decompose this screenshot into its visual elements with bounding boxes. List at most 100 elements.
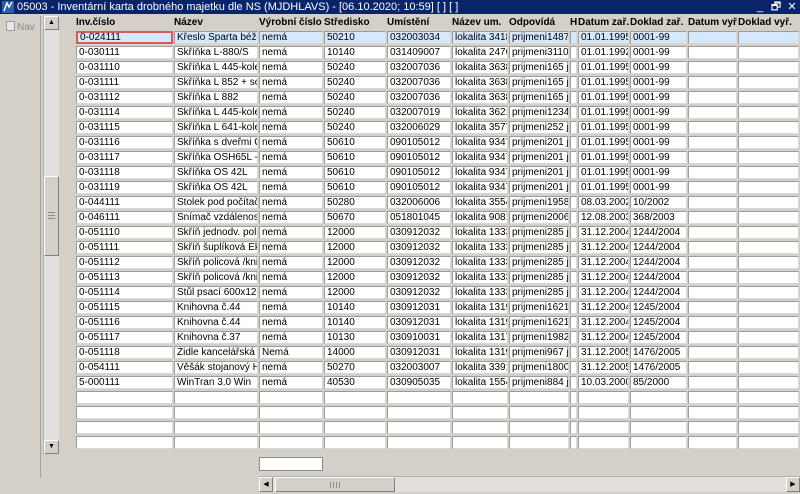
grid-cell-odpovida[interactable]: prijmeni1234 jm <box>509 106 569 119</box>
grid-cell-umisteni[interactable]: 030910031 <box>387 331 451 344</box>
grid-cell-datum-vyr[interactable] <box>688 286 737 299</box>
grid-cell-doklad-zar[interactable]: 1245/2004 <box>630 331 687 344</box>
grid-cell-odpovida[interactable]: prijmeni1487 jm <box>509 31 569 44</box>
grid-cell-umisteni[interactable]: 090105012 <box>387 181 451 194</box>
grid-cell-doklad-zar[interactable]: 1244/2004 <box>630 286 687 299</box>
grid-cell-odpovida[interactable]: prijmeni1800 jm <box>509 361 569 374</box>
grid-cell-stredisko[interactable]: 12000 <box>324 226 386 239</box>
grid-cell-doklad-vyr[interactable] <box>738 346 799 359</box>
grid-cell-odpovida[interactable]: prijmeni201 jme <box>509 151 569 164</box>
grid-cell-vyrobni-cislo[interactable]: nemá <box>259 361 323 374</box>
grid-cell-h[interactable] <box>570 346 577 359</box>
grid-cell-h[interactable] <box>570 301 577 314</box>
grid-cell-datum-vyr[interactable] <box>688 241 737 254</box>
grid-cell-nazev-um[interactable]: lokalita 3621 <box>452 106 508 119</box>
grid-cell-h[interactable] <box>570 76 577 89</box>
grid-cell-doklad-zar[interactable]: 0001-99 <box>630 76 687 89</box>
grid-cell-umisteni[interactable]: 032007036 <box>387 91 451 104</box>
grid-cell-odpovida[interactable]: prijmeni285 jme <box>509 286 569 299</box>
grid-cell-doklad-vyr[interactable] <box>738 286 799 299</box>
grid-cell-h[interactable] <box>570 91 577 104</box>
grid-cell-stredisko[interactable]: 50240 <box>324 61 386 74</box>
grid-cell-odpovida[interactable]: prijmeni201 jme <box>509 166 569 179</box>
grid-cell-datum-vyr[interactable] <box>688 301 737 314</box>
empty-cell-doklad-vyr[interactable] <box>738 406 799 419</box>
empty-cell-odpovida[interactable] <box>509 436 569 449</box>
grid-cell-umisteni[interactable]: 030912032 <box>387 241 451 254</box>
grid-cell-umisteni[interactable]: 032006006 <box>387 196 451 209</box>
empty-cell-nazev[interactable] <box>174 421 258 434</box>
grid-cell-stredisko[interactable]: 50270 <box>324 361 386 374</box>
grid-cell-doklad-zar[interactable]: 0001-99 <box>630 31 687 44</box>
empty-cell-datum-vyr[interactable] <box>688 406 737 419</box>
grid-cell-inv-cislo[interactable]: 0-046111 <box>76 211 173 224</box>
grid-cell-datum-vyr[interactable] <box>688 211 737 224</box>
grid-cell-umisteni[interactable]: 090105012 <box>387 136 451 149</box>
scroll-up-button[interactable]: ▲ <box>44 16 59 30</box>
scroll-down-button[interactable]: ▼ <box>44 440 59 454</box>
grid-cell-doklad-vyr[interactable] <box>738 76 799 89</box>
grid-cell-umisteni[interactable]: 032007036 <box>387 61 451 74</box>
grid-cell-doklad-vyr[interactable] <box>738 316 799 329</box>
grid-cell-doklad-vyr[interactable] <box>738 136 799 149</box>
grid-cell-inv-cislo[interactable]: 0-051111 <box>76 241 173 254</box>
grid-cell-nazev[interactable]: Stolek pod počítač <box>174 196 258 209</box>
grid-cell-stredisko[interactable]: 50610 <box>324 166 386 179</box>
grid-cell-odpovida[interactable]: prijmeni967 jme <box>509 346 569 359</box>
grid-cell-h[interactable] <box>570 61 577 74</box>
grid-cell-stredisko[interactable]: 12000 <box>324 271 386 284</box>
grid-cell-datum-zar[interactable]: 01.01.1995 <box>578 91 629 104</box>
grid-cell-vyrobni-cislo[interactable]: nemá <box>259 196 323 209</box>
grid-cell-datum-vyr[interactable] <box>688 226 737 239</box>
grid-cell-nazev-um[interactable]: lokalita 1317 <box>452 331 508 344</box>
grid-cell-odpovida[interactable]: prijmeni884 jme <box>509 376 569 389</box>
empty-cell-odpovida[interactable] <box>509 391 569 404</box>
grid-cell-nazev-um[interactable]: lokalita 1319 <box>452 346 508 359</box>
empty-cell-vyrobni-cislo[interactable] <box>259 406 323 419</box>
grid-cell-nazev[interactable]: Skříň policová /kniho <box>174 256 258 269</box>
grid-cell-vyrobni-cislo[interactable]: nemá <box>259 106 323 119</box>
grid-cell-stredisko[interactable]: 50210 <box>324 31 386 44</box>
grid-cell-datum-zar[interactable]: 31.12.2004 <box>578 256 629 269</box>
grid-cell-umisteni[interactable]: 051801045 <box>387 211 451 224</box>
empty-cell-h[interactable] <box>570 421 577 434</box>
empty-cell-nazev[interactable] <box>174 391 258 404</box>
grid-cell-inv-cislo[interactable]: 0-031112 <box>76 91 173 104</box>
grid-cell-odpovida[interactable]: prijmeni165 jme <box>509 91 569 104</box>
grid-cell-nazev[interactable]: Skříňka L 445-kolečk <box>174 61 258 74</box>
grid-cell-h[interactable] <box>570 361 577 374</box>
empty-cell-nazev-um[interactable] <box>452 406 508 419</box>
grid-cell-vyrobni-cislo[interactable]: Nemá <box>259 346 323 359</box>
grid-cell-odpovida[interactable]: prijmeni165 jme <box>509 61 569 74</box>
grid-cell-datum-zar[interactable]: 31.12.2004 <box>578 226 629 239</box>
grid-cell-datum-vyr[interactable] <box>688 361 737 374</box>
grid-cell-doklad-zar[interactable]: 0001-99 <box>630 61 687 74</box>
grid-cell-datum-zar[interactable]: 31.12.2005 <box>578 346 629 359</box>
grid-cell-doklad-zar[interactable]: 0001-99 <box>630 46 687 59</box>
empty-cell-nazev-um[interactable] <box>452 421 508 434</box>
column-header-stredisko[interactable]: Středisko <box>324 17 386 28</box>
grid-cell-nazev[interactable]: Skříň policová /kniho <box>174 271 258 284</box>
grid-cell-doklad-zar[interactable]: 1244/2004 <box>630 256 687 269</box>
grid-cell-doklad-vyr[interactable] <box>738 31 799 44</box>
grid-cell-inv-cislo[interactable]: 0-051114 <box>76 286 173 299</box>
grid-cell-datum-zar[interactable]: 01.01.1995 <box>578 61 629 74</box>
grid-cell-inv-cislo[interactable]: 5-000111 <box>76 376 173 389</box>
grid-cell-doklad-zar[interactable]: 0001-99 <box>630 166 687 179</box>
grid-cell-vyrobni-cislo[interactable]: nemá <box>259 316 323 329</box>
grid-cell-h[interactable] <box>570 121 577 134</box>
grid-cell-inv-cislo[interactable]: 0-044111 <box>76 196 173 209</box>
grid-cell-doklad-vyr[interactable] <box>738 241 799 254</box>
grid-cell-inv-cislo[interactable]: 0-051116 <box>76 316 173 329</box>
grid-cell-nazev-um[interactable]: lokalita 3554 <box>452 196 508 209</box>
grid-cell-h[interactable] <box>570 151 577 164</box>
grid-cell-umisteni[interactable]: 030905035 <box>387 376 451 389</box>
empty-cell-doklad-zar[interactable] <box>630 436 687 449</box>
column-header-datum-vyr[interactable]: Datum vyř. <box>688 17 737 28</box>
grid-cell-nazev-um[interactable]: lokalita 1319 <box>452 316 508 329</box>
grid-cell-vyrobni-cislo[interactable]: nemá <box>259 376 323 389</box>
grid-cell-doklad-zar[interactable]: 1476/2005 <box>630 346 687 359</box>
grid-cell-vyrobni-cislo[interactable]: nemá <box>259 226 323 239</box>
grid-cell-doklad-vyr[interactable] <box>738 256 799 269</box>
grid-cell-doklad-zar[interactable]: 0001-99 <box>630 106 687 119</box>
